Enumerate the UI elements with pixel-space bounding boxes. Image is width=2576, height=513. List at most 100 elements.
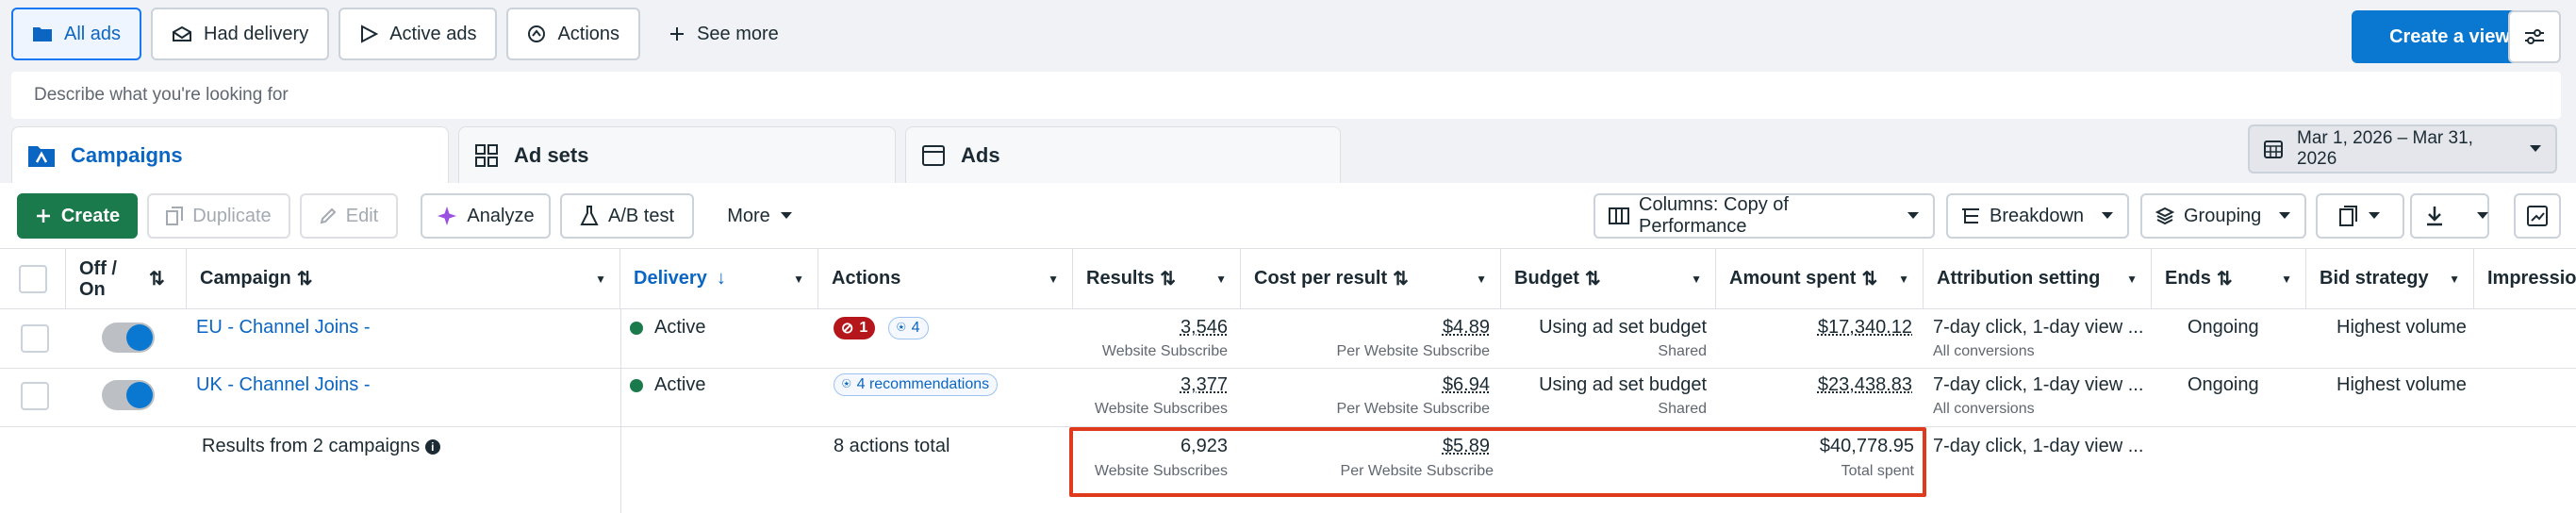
caret-down-icon: ▼ (2126, 272, 2138, 286)
header-cost-per-result[interactable]: Cost per result ⇅ ▼ (1241, 249, 1501, 309)
duplicate-icon (166, 207, 184, 225)
caret-down-icon: ▼ (1691, 272, 1702, 286)
caret-down-icon (1907, 211, 1920, 221)
cost-value: $4.89 (1442, 317, 1490, 338)
edit-button[interactable]: Edit (300, 193, 398, 239)
sliders-icon (2523, 27, 2546, 46)
header-campaign[interactable]: Campaign ⇅ ▼ (187, 249, 620, 309)
report-icon (2339, 206, 2358, 226)
caret-down-icon: ▼ (1048, 272, 1059, 286)
header-bid-strategy[interactable]: Bid strategy ▼ (2306, 249, 2474, 309)
more-dropdown[interactable]: More (713, 193, 807, 239)
budget-type: Shared (1658, 401, 1707, 417)
campaign-icon (27, 143, 56, 168)
row-checkbox[interactable] (21, 382, 49, 410)
campaign-toggle[interactable] (102, 380, 155, 410)
header-budget[interactable]: Budget ⇅ ▼ (1501, 249, 1716, 309)
ab-test-label: A/B test (607, 205, 675, 226)
tab-ad-sets[interactable]: Ad sets (458, 126, 896, 183)
header-results[interactable]: Results ⇅ ▼ (1073, 249, 1241, 309)
create-button[interactable]: Create (17, 193, 138, 239)
attribution-value: 7-day click, 1-day view ... (1933, 374, 2144, 395)
header-delivery[interactable]: Delivery ↓ ▼ (620, 249, 818, 309)
attribution-type: All conversions (1933, 343, 2035, 359)
info-icon[interactable]: i (424, 439, 440, 455)
error-badge[interactable]: ⊘ 1 (834, 317, 876, 339)
grouping-dropdown[interactable]: Grouping (2140, 193, 2306, 239)
sort-icon: ⇅ (1584, 269, 1601, 290)
header-select-all (0, 249, 66, 309)
caret-down-icon (2476, 211, 2489, 221)
row-checkbox[interactable] (21, 324, 49, 353)
header-label: Delivery (634, 268, 707, 289)
view-actions[interactable]: Actions (506, 8, 641, 60)
delivery-status: Active (654, 374, 706, 395)
view-had-delivery[interactable]: Had delivery (151, 8, 330, 60)
header-label: Results (1086, 268, 1155, 289)
select-all-checkbox[interactable] (19, 265, 47, 293)
tab-ads[interactable]: Ads (905, 126, 1341, 183)
results-value: 3,377 (1180, 374, 1228, 395)
analyze-label: Analyze (467, 205, 535, 226)
bid-strategy-value: Highest volume (2337, 317, 2467, 338)
caret-down-icon (780, 211, 793, 221)
budget-type: Shared (1658, 343, 1707, 359)
header-label: Budget (1514, 268, 1579, 289)
breakdown-icon (1961, 207, 1980, 224)
view-settings-button[interactable] (2508, 10, 2561, 63)
header-label: Bid strategy (2320, 268, 2429, 289)
header-attribution[interactable]: Attribution setting ▼ (1924, 249, 2152, 309)
caret-down-icon: ▼ (2449, 272, 2460, 286)
header-label: Attribution setting (1937, 268, 2101, 289)
tab-campaigns[interactable]: Campaigns (11, 126, 449, 183)
export-dropdown[interactable] (2410, 193, 2489, 239)
view-see-more[interactable]: See more (650, 8, 798, 60)
totals-label-wrap: Results from 2 campaigns i (202, 436, 440, 457)
date-range-label: Mar 1, 2026 – Mar 31, 2026 (2297, 128, 2473, 169)
header-off-on[interactable]: Off / On ⇅ (66, 249, 187, 309)
chart-icon (2527, 206, 2548, 226)
campaign-toggle[interactable] (102, 323, 155, 353)
caret-down-icon (2529, 144, 2542, 154)
create-label: Create (60, 205, 121, 226)
view-label: Actions (557, 23, 620, 44)
duplicate-label: Duplicate (192, 205, 272, 226)
header-impressions[interactable]: Impressio... (2474, 249, 2576, 309)
view-bar: All ads Had delivery Active ads Actions … (11, 8, 798, 62)
header-label: Impressio... (2487, 268, 2576, 289)
ab-test-button[interactable]: A/B test (560, 193, 694, 239)
campaign-name-link[interactable]: EU - Channel Joins - (196, 317, 371, 339)
recommendation-label: 4 recommendations (856, 376, 990, 392)
sort-icon: ⇅ (1393, 269, 1409, 290)
caret-down-icon (2368, 211, 2381, 221)
header-actions[interactable]: Actions ▼ (818, 249, 1073, 309)
header-label: Cost per result (1254, 268, 1388, 289)
highlight-box (1069, 427, 1926, 497)
header-amount-spent[interactable]: Amount spent ⇅ ▼ (1716, 249, 1924, 309)
budget-value: Using ad set budget (1539, 317, 1707, 338)
sort-icon: ⇅ (149, 268, 165, 290)
caret-down-icon: ▼ (1898, 272, 1909, 286)
reports-dropdown[interactable] (2316, 193, 2404, 239)
view-label: All ads (64, 23, 122, 44)
breakdown-dropdown[interactable]: Breakdown (1946, 193, 2129, 239)
analyze-button[interactable]: Analyze (421, 193, 551, 239)
sort-icon: ⇅ (1160, 269, 1177, 290)
results-value: 3,546 (1180, 317, 1228, 338)
charts-button[interactable] (2514, 193, 2561, 239)
recommendation-badge[interactable]: ⍟ 4 recommendations (834, 373, 999, 396)
header-label: Campaign (200, 268, 291, 289)
campaign-name-link[interactable]: UK - Channel Joins - (196, 374, 371, 396)
columns-label: Columns: Copy of Performance (1639, 194, 1789, 237)
search-input[interactable]: Describe what you're looking for (11, 72, 2561, 119)
header-ends[interactable]: Ends ⇅ ▼ (2152, 249, 2306, 309)
columns-icon (1609, 207, 1629, 224)
recommendation-badge[interactable]: ⍟ 4 (888, 317, 929, 339)
totals-actions: 8 actions total (834, 436, 950, 456)
duplicate-button[interactable]: Duplicate (147, 193, 290, 239)
view-all-ads[interactable]: All ads (11, 8, 142, 60)
toggle-knob (126, 324, 153, 351)
date-range-picker[interactable]: Mar 1, 2026 – Mar 31, 2026 (2248, 124, 2557, 174)
view-active-ads[interactable]: Active ads (339, 8, 498, 60)
columns-dropdown[interactable]: Columns: Copy of Performance (1593, 193, 1935, 239)
